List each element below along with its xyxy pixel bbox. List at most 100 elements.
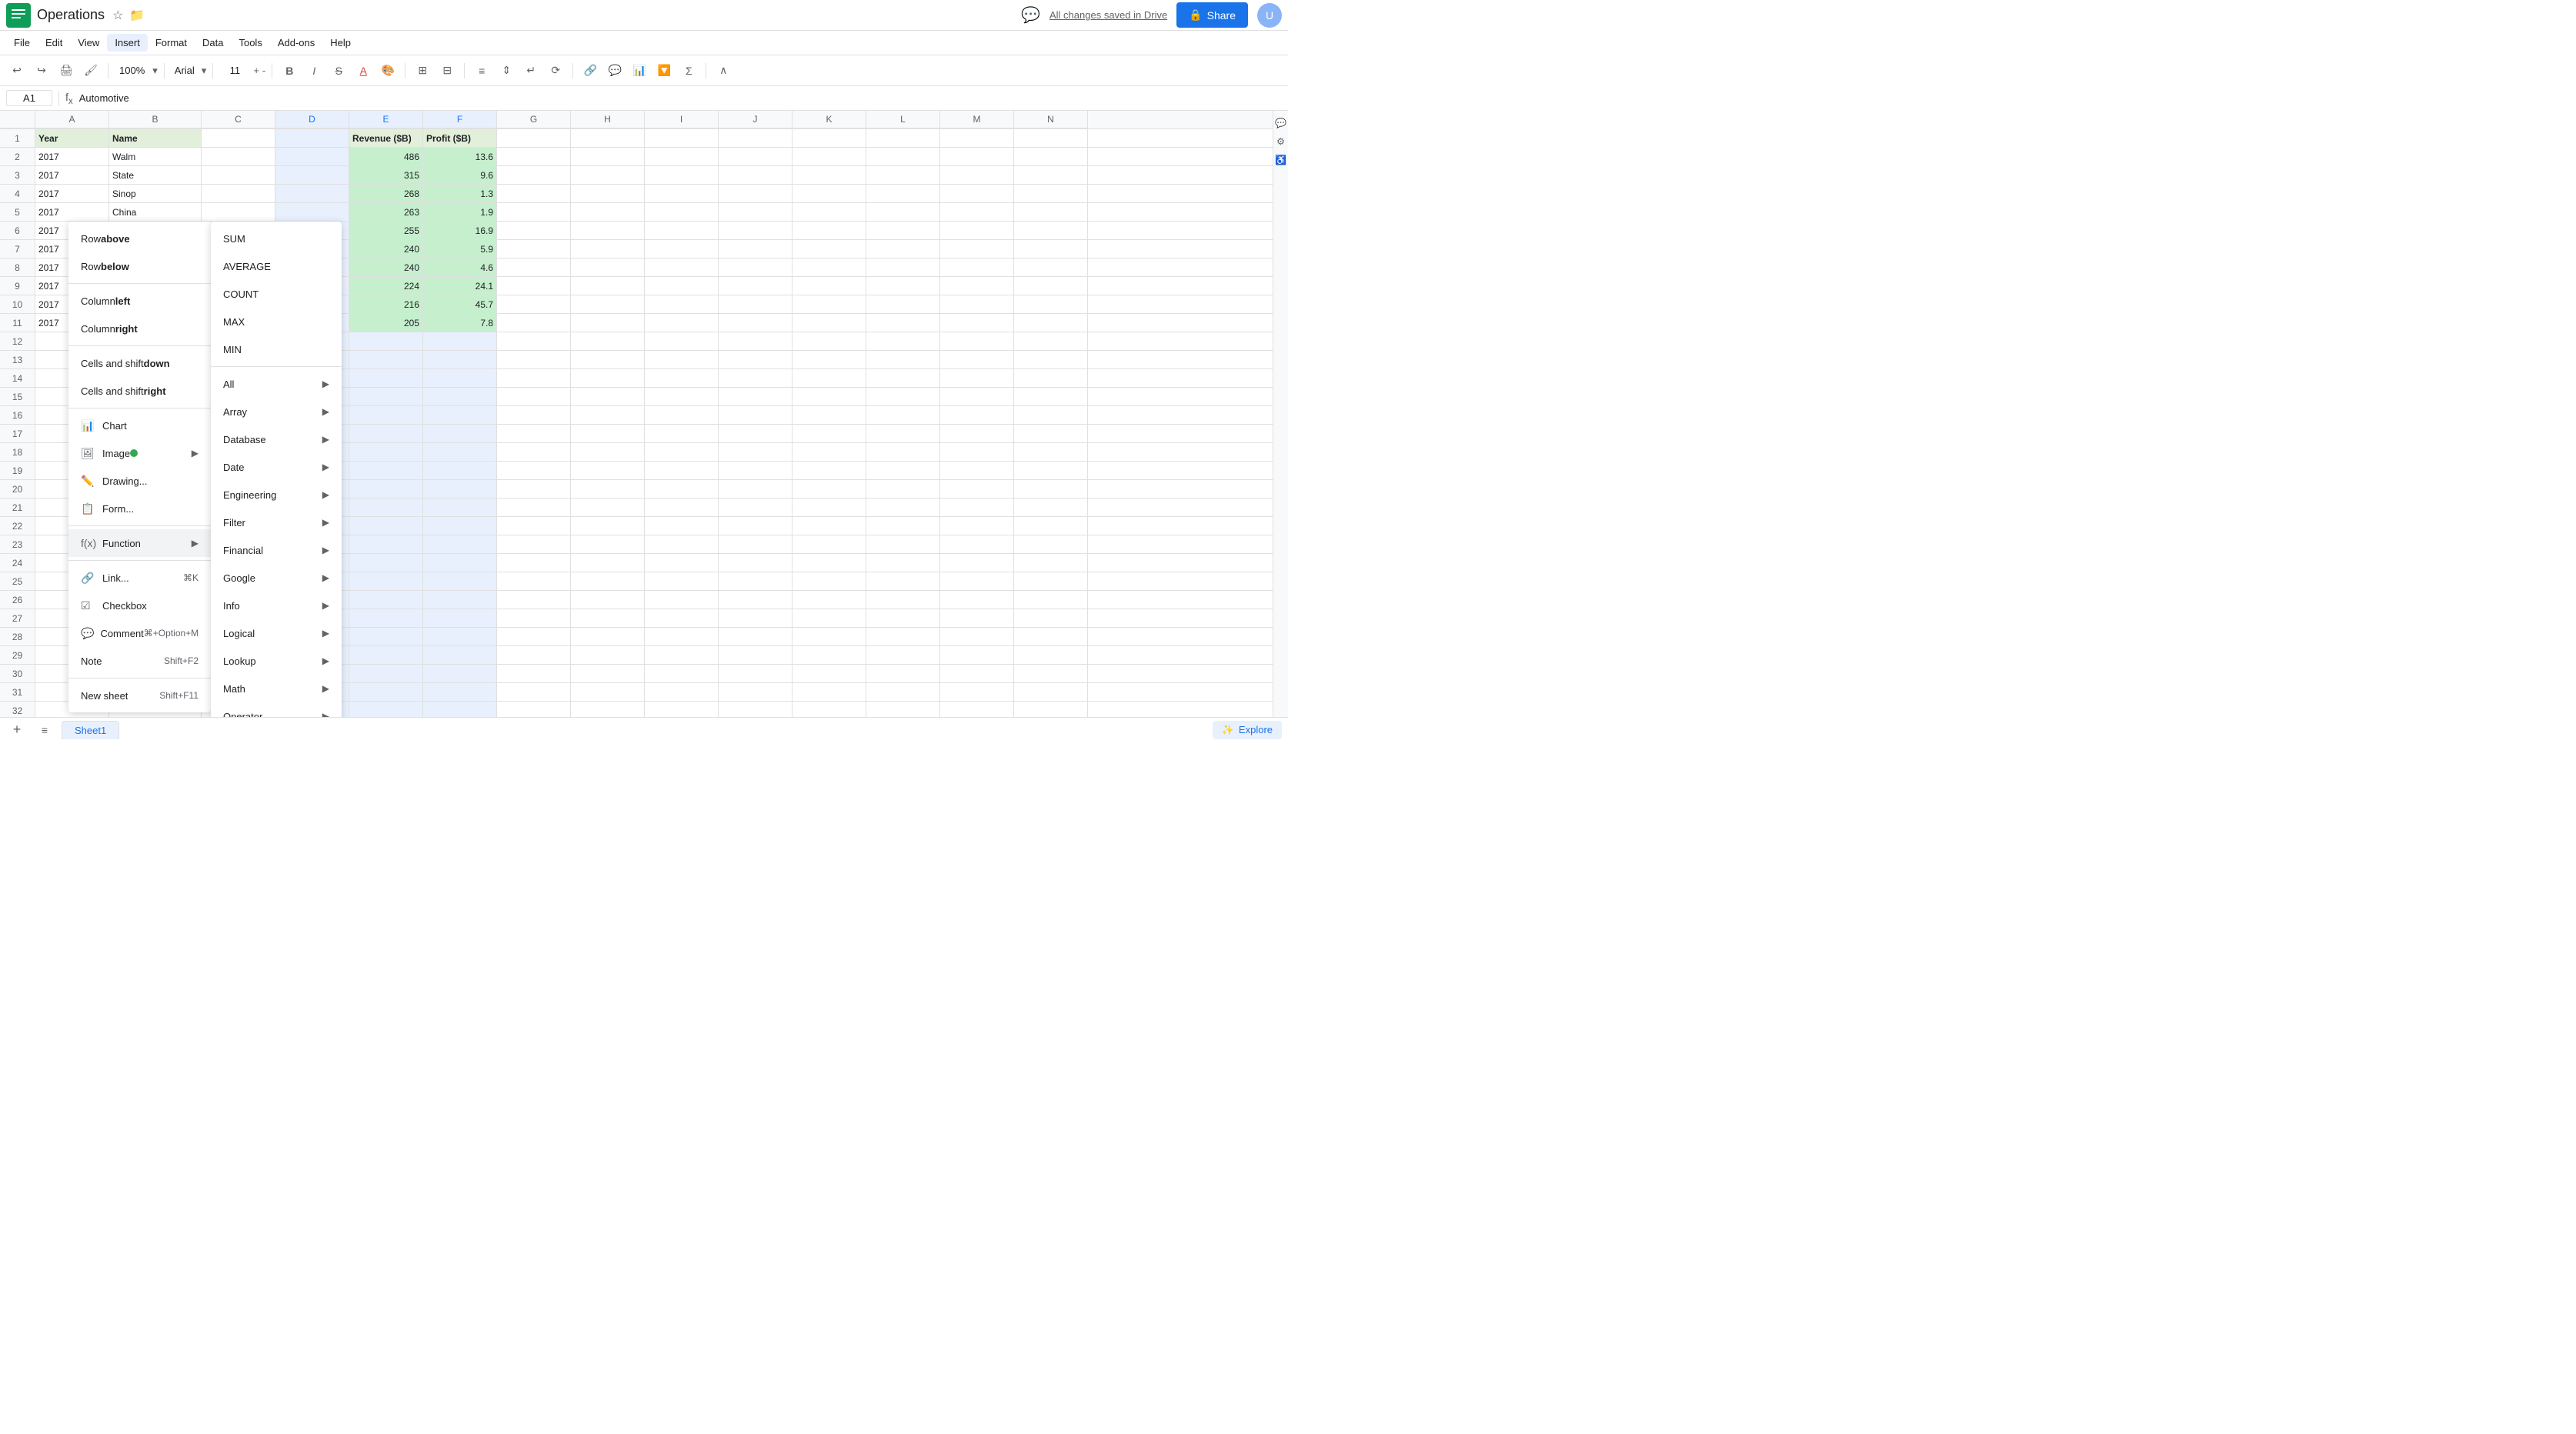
zoom-selector[interactable]: 100%: [115, 65, 149, 76]
cell-M1[interactable]: [940, 129, 1014, 147]
insert-column-left[interactable]: Column left: [68, 287, 211, 315]
row-num-30[interactable]: 30: [0, 665, 35, 683]
font-size-down-icon[interactable]: -: [262, 65, 265, 76]
fn-min[interactable]: MIN: [211, 335, 342, 363]
row-num-15[interactable]: 15: [0, 388, 35, 406]
row-num-27[interactable]: 27: [0, 609, 35, 628]
cell-G1[interactable]: [497, 129, 571, 147]
fn-sum[interactable]: SUM: [211, 225, 342, 252]
menu-insert[interactable]: Insert: [107, 34, 148, 52]
menu-addons[interactable]: Add-ons: [270, 34, 322, 52]
filter-tb-button[interactable]: 🔽: [653, 60, 675, 82]
row-num-11[interactable]: 11: [0, 314, 35, 332]
cell-D1[interactable]: [275, 129, 349, 147]
col-header-L[interactable]: L: [866, 111, 940, 128]
row-num-1[interactable]: 1: [0, 129, 35, 148]
cell-D2[interactable]: [275, 148, 349, 165]
fn-average[interactable]: AVERAGE: [211, 252, 342, 280]
row-num-31[interactable]: 31: [0, 683, 35, 702]
function-icon[interactable]: fx: [65, 91, 73, 106]
cell-L1[interactable]: [866, 129, 940, 147]
menu-help[interactable]: Help: [322, 34, 359, 52]
menu-tools[interactable]: Tools: [231, 34, 269, 52]
cell-F1[interactable]: Profit ($B): [423, 129, 497, 147]
cell-H1[interactable]: [571, 129, 645, 147]
cell-F2[interactable]: 13.6: [423, 148, 497, 165]
row-num-26[interactable]: 26: [0, 591, 35, 609]
row-num-13[interactable]: 13: [0, 351, 35, 369]
align-button[interactable]: ≡: [471, 60, 492, 82]
valign-button[interactable]: ⇕: [496, 60, 517, 82]
insert-function[interactable]: f(x) Function ▶: [68, 529, 211, 557]
fn-engineering[interactable]: Engineering ▶: [211, 481, 342, 509]
row-num-29[interactable]: 29: [0, 646, 35, 665]
menu-view[interactable]: View: [70, 34, 107, 52]
row-num-8[interactable]: 8: [0, 258, 35, 277]
fn-logical[interactable]: Logical ▶: [211, 619, 342, 647]
cell-G3[interactable]: [497, 166, 571, 184]
row-num-10[interactable]: 10: [0, 295, 35, 314]
insert-drawing[interactable]: ✏️ Drawing...: [68, 467, 211, 495]
row-num-12[interactable]: 12: [0, 332, 35, 351]
fn-info[interactable]: Info ▶: [211, 592, 342, 619]
font-size-up-icon[interactable]: +: [253, 65, 259, 76]
redo-button[interactable]: ↪: [31, 60, 52, 82]
fn-filter[interactable]: Filter ▶: [211, 509, 342, 536]
insert-cells-right[interactable]: Cells and shift right: [68, 377, 211, 405]
share-button[interactable]: 🔒 Share: [1176, 2, 1248, 28]
cell-N1[interactable]: [1014, 129, 1088, 147]
row-num-20[interactable]: 20: [0, 480, 35, 499]
row-num-4[interactable]: 4: [0, 185, 35, 203]
comment-tb-button[interactable]: 💬: [604, 60, 626, 82]
row-num-19[interactable]: 19: [0, 462, 35, 480]
insert-new-sheet[interactable]: New sheet Shift+F11: [68, 682, 211, 709]
row-num-2[interactable]: 2: [0, 148, 35, 166]
fn-database[interactable]: Database ▶: [211, 425, 342, 453]
row-num-7[interactable]: 7: [0, 240, 35, 258]
cell-J1[interactable]: [719, 129, 792, 147]
side-chat-icon[interactable]: 💬: [1275, 117, 1287, 129]
bold-button[interactable]: B: [279, 60, 300, 82]
row-num-32[interactable]: 32: [0, 702, 35, 717]
rotate-button[interactable]: ⟳: [545, 60, 566, 82]
col-header-J[interactable]: J: [719, 111, 792, 128]
zoom-dropdown-icon[interactable]: ▾: [152, 65, 158, 77]
link-tb-button[interactable]: 🔗: [579, 60, 601, 82]
menu-file[interactable]: File: [6, 34, 38, 52]
cell-G2[interactable]: [497, 148, 571, 165]
col-header-G[interactable]: G: [497, 111, 571, 128]
avatar[interactable]: U: [1257, 3, 1282, 28]
row-num-17[interactable]: 17: [0, 425, 35, 443]
strikethrough-button[interactable]: S: [328, 60, 349, 82]
fn-math[interactable]: Math ▶: [211, 675, 342, 702]
font-size-input[interactable]: 11: [219, 62, 250, 78]
row-num-16[interactable]: 16: [0, 406, 35, 425]
cell-A4[interactable]: 2017: [35, 185, 109, 202]
col-header-M[interactable]: M: [940, 111, 1014, 128]
cell-K2[interactable]: [792, 148, 866, 165]
cell-M2[interactable]: [940, 148, 1014, 165]
col-header-A[interactable]: A: [35, 111, 109, 128]
fn-count[interactable]: COUNT: [211, 280, 342, 308]
cell-B4[interactable]: Sinop: [109, 185, 202, 202]
borders-button[interactable]: ⊞: [412, 60, 433, 82]
row-num-3[interactable]: 3: [0, 166, 35, 185]
cell-B3[interactable]: State: [109, 166, 202, 184]
fn-financial[interactable]: Financial ▶: [211, 536, 342, 564]
explore-button[interactable]: ✨ Explore: [1213, 721, 1282, 739]
wrap-button[interactable]: ↵: [520, 60, 542, 82]
row-num-18[interactable]: 18: [0, 443, 35, 462]
merge-button[interactable]: ⊟: [436, 60, 458, 82]
side-accessibility-icon[interactable]: ♿: [1275, 154, 1287, 166]
cell-I2[interactable]: [645, 148, 719, 165]
insert-row-above[interactable]: Row above: [68, 225, 211, 252]
row-num-22[interactable]: 22: [0, 517, 35, 535]
cell-N2[interactable]: [1014, 148, 1088, 165]
row-num-9[interactable]: 9: [0, 277, 35, 295]
fn-date[interactable]: Date ▶: [211, 453, 342, 481]
cell-E3[interactable]: 315: [349, 166, 423, 184]
insert-checkbox[interactable]: ☑ Checkbox: [68, 592, 211, 619]
row-num-6[interactable]: 6: [0, 222, 35, 240]
chat-icon[interactable]: 💬: [1021, 5, 1040, 25]
cell-L2[interactable]: [866, 148, 940, 165]
